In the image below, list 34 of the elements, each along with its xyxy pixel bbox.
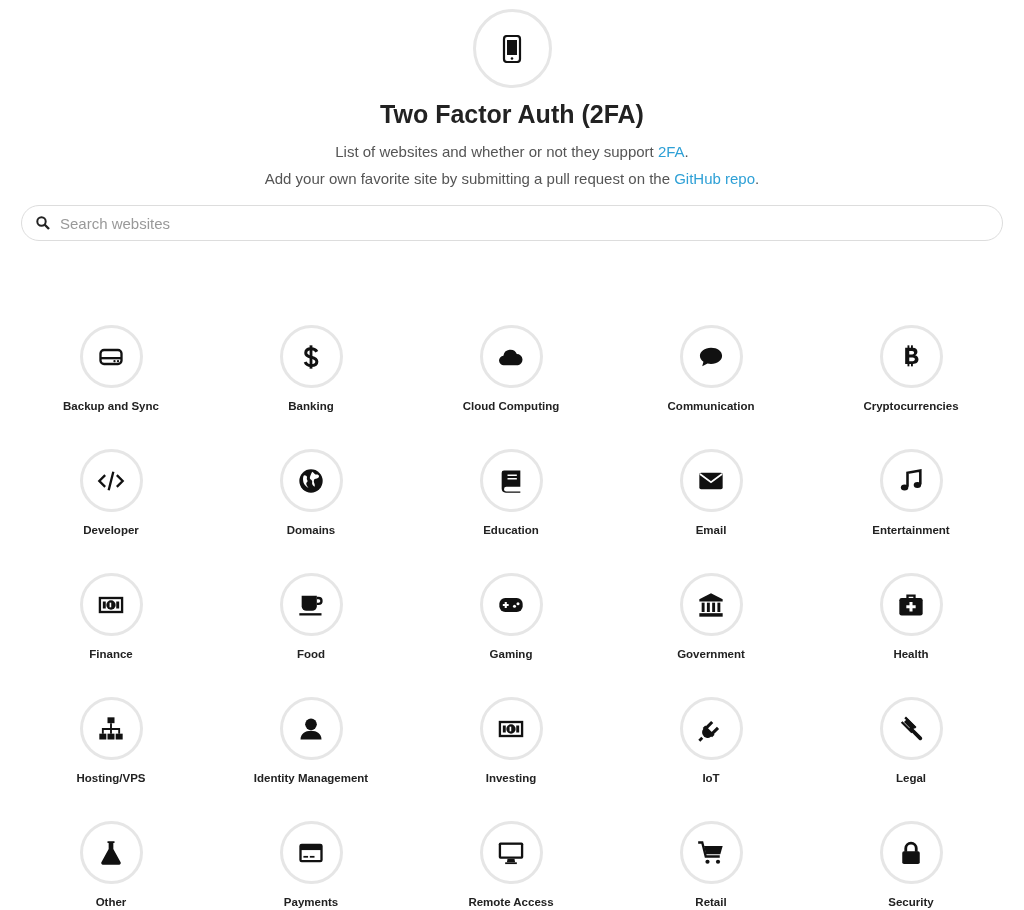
category-label[interactable]: Remote Access (468, 895, 554, 909)
page-title: Two Factor Auth (2FA) (380, 100, 644, 129)
category-label[interactable]: Food (296, 647, 326, 661)
category-label[interactable]: Payments (283, 895, 339, 909)
category-label[interactable]: Banking (288, 399, 334, 413)
category-label[interactable]: Investing (485, 771, 537, 785)
search-field[interactable]: Search websites (21, 205, 1003, 241)
category-label[interactable]: Email (695, 523, 727, 537)
category-label[interactable]: Education (483, 523, 539, 537)
category-label[interactable]: Health (893, 647, 929, 661)
category-label[interactable]: IoT (702, 771, 720, 785)
category-label[interactable]: Domains (286, 523, 336, 537)
globe-icon (297, 466, 325, 495)
category-label[interactable]: Cryptocurrencies (863, 399, 959, 413)
sitemap-icon (97, 714, 125, 743)
category-label[interactable]: Government (677, 647, 745, 661)
category-label[interactable]: Identity Management (253, 771, 369, 785)
category-label[interactable]: Finance (89, 647, 133, 661)
category-label[interactable]: Security (888, 895, 934, 909)
mobile-phone-icon (502, 34, 522, 63)
category-label[interactable]: Retail (695, 895, 727, 909)
category-label[interactable]: Entertainment (872, 523, 950, 537)
category-label[interactable]: Legal (895, 771, 926, 785)
intro-text: List of websites and whether or not they support 2FA. (335, 143, 689, 160)
category-label[interactable]: Backup and Sync (63, 399, 159, 413)
category-label[interactable]: Communication (667, 399, 755, 413)
category-label[interactable]: Other (95, 895, 127, 909)
category-label[interactable]: Developer (83, 523, 139, 537)
category-label[interactable]: Gaming (489, 647, 533, 661)
category-label[interactable]: Hosting/VPS (76, 771, 146, 785)
category-label[interactable]: Cloud Computing (462, 399, 560, 413)
search-icon (36, 216, 50, 230)
shopping-cart-icon (697, 838, 725, 867)
intro-text: Add your own favorite site by submitting a pull request on the GitHub repo. (264, 170, 760, 187)
